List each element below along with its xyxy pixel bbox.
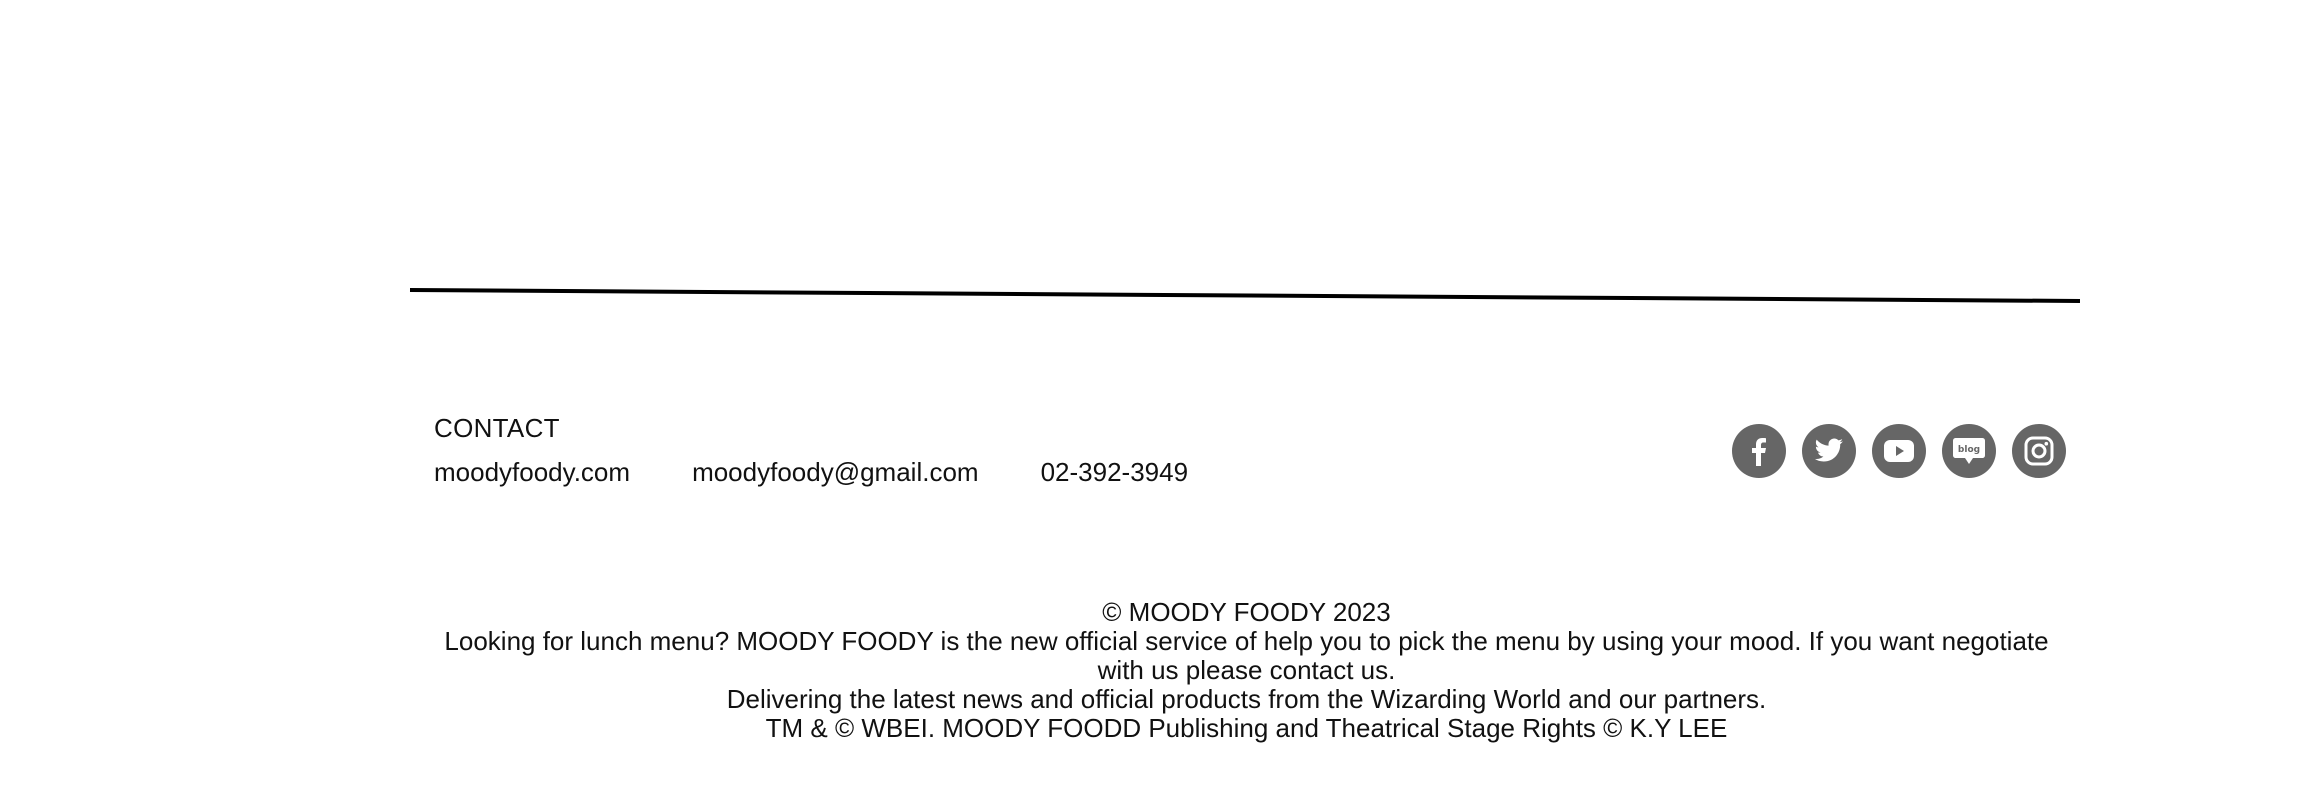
facebook-icon [1752, 438, 1766, 466]
youtube-icon [1884, 440, 1914, 462]
svg-text:blog: blog [1958, 445, 1980, 455]
website-link[interactable]: moodyfoody.com [434, 454, 630, 490]
instagram-link[interactable] [2012, 424, 2066, 478]
rights-text: TM & © WBEI. MOODY FOODD Publishing and … [765, 713, 1728, 743]
youtube-link[interactable] [1872, 424, 1926, 478]
twitter-icon [1814, 438, 1843, 462]
contact-section: CONTACT moodyfoody.com moodyfoody@gmail.… [434, 410, 1188, 490]
description-text: Looking for lunch menu? MOODY FOODY is t… [444, 626, 2049, 685]
email-link[interactable]: moodyfoody@gmail.com [692, 454, 979, 490]
contact-heading: CONTACT [434, 413, 560, 443]
blog-icon: blog [1953, 438, 1985, 464]
copyright-text: © MOODY FOODY 2023 [1102, 597, 1391, 627]
footer-text: © MOODY FOODY 2023 Looking for lunch men… [434, 598, 2059, 743]
news-text: Delivering the latest news and official … [726, 684, 1767, 714]
facebook-link[interactable] [1732, 424, 1786, 478]
blog-link[interactable]: blog [1942, 424, 1996, 478]
contact-details: moodyfoody.com moodyfoody@gmail.com 02-3… [434, 454, 1188, 490]
phone-number: 02-392-3949 [1040, 457, 1189, 487]
instagram-icon [2024, 436, 2054, 466]
twitter-link[interactable] [1802, 424, 1856, 478]
social-links: blog [1732, 424, 2066, 478]
